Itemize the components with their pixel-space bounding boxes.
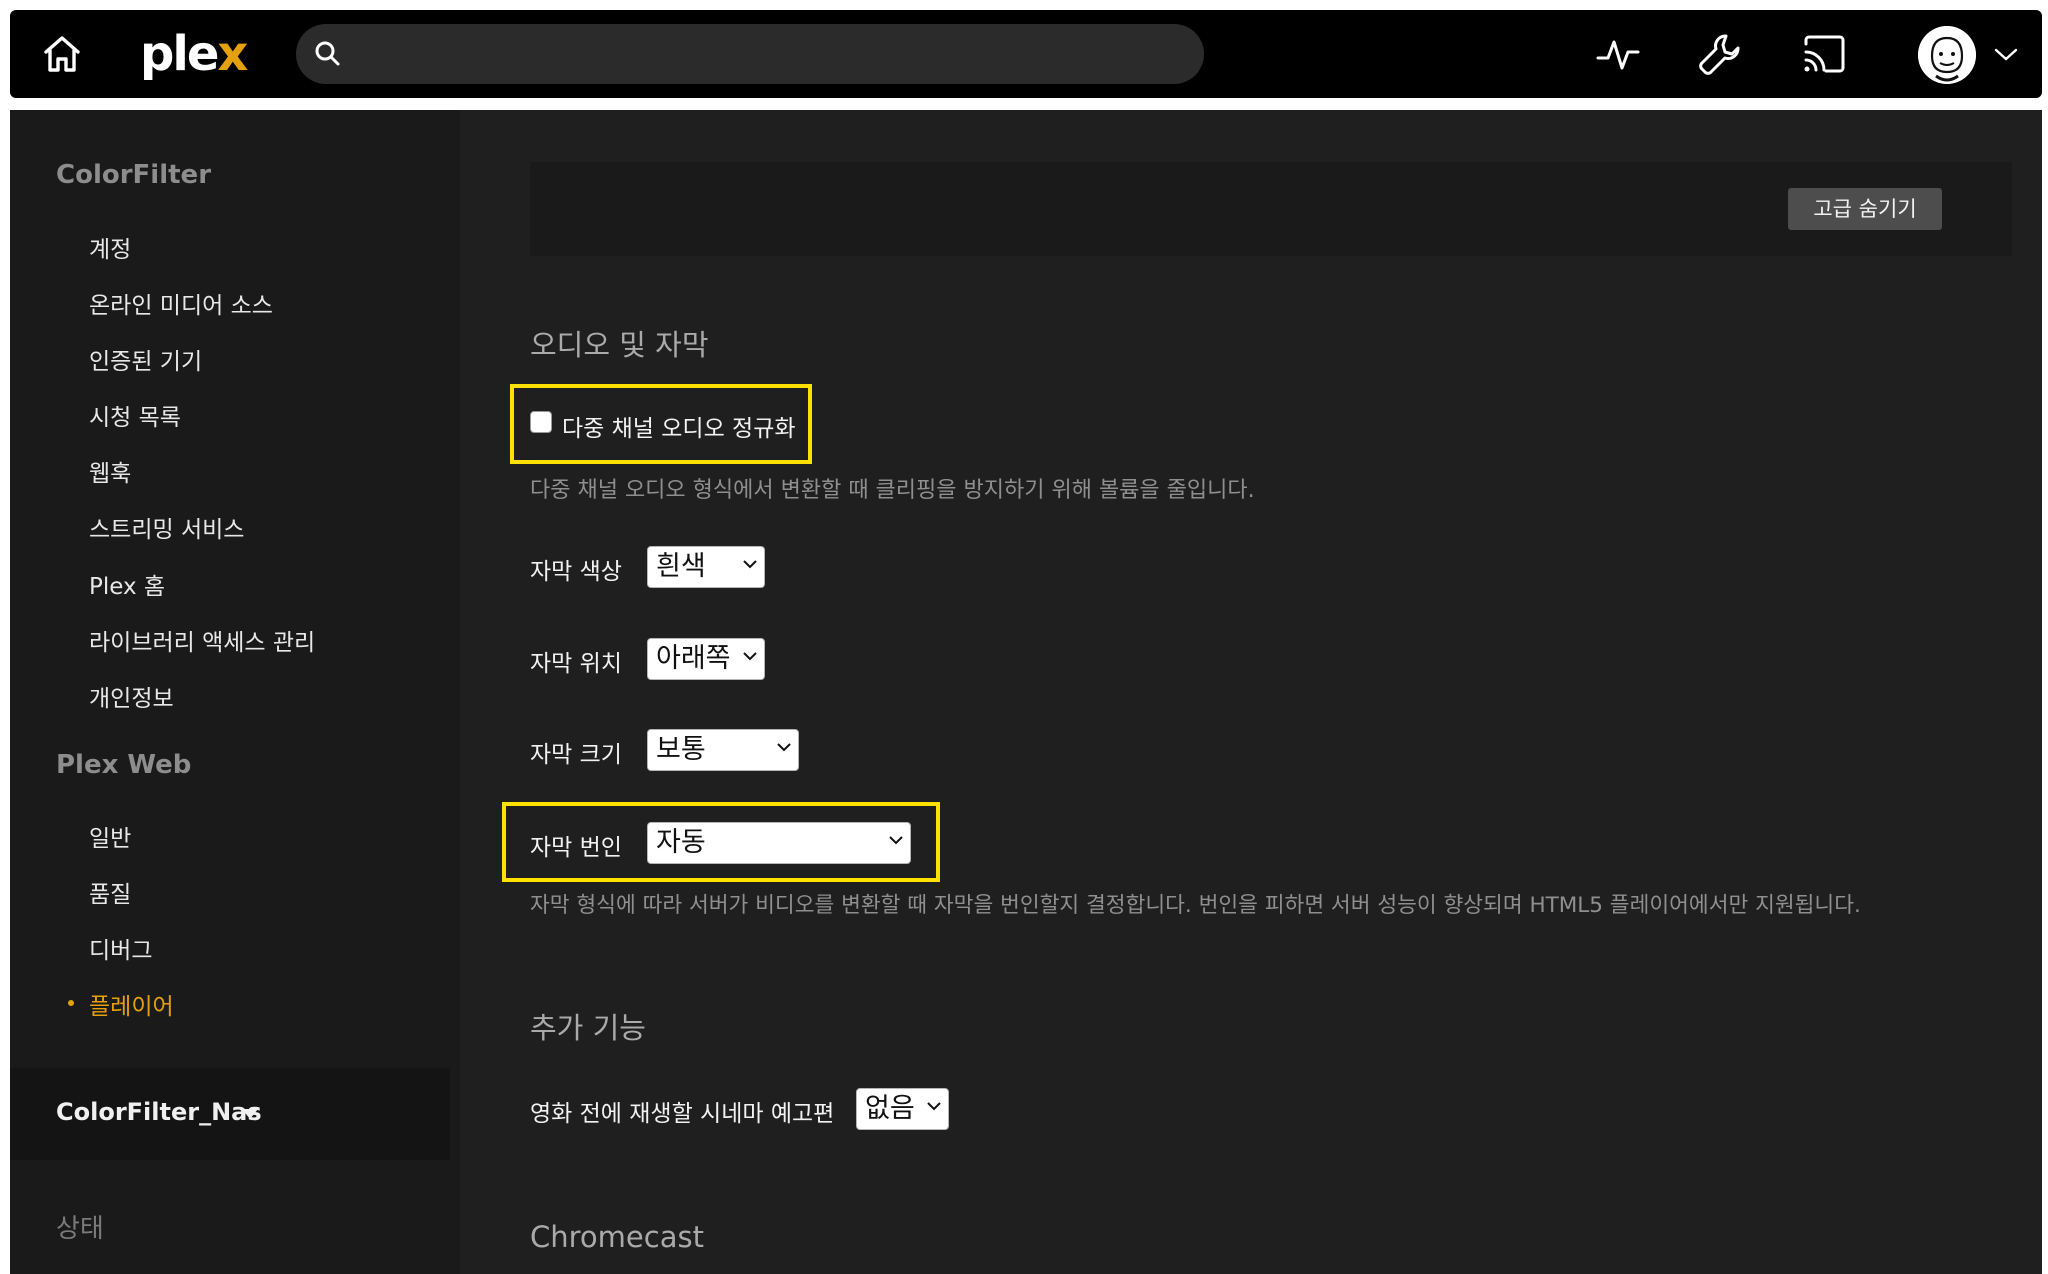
search-bar[interactable]	[296, 24, 1204, 84]
chevron-down-icon	[777, 743, 791, 752]
cinema-trailers-select[interactable]: 없음	[856, 1088, 949, 1130]
sidebar-section-status[interactable]: 상태	[56, 1208, 104, 1245]
top-navigation-bar: plex	[10, 10, 2042, 98]
subtitle-position-label: 자막 위치	[530, 651, 622, 677]
subtitle-position-value: 아래쪽	[656, 643, 731, 674]
plex-logo[interactable]: plex	[140, 26, 248, 82]
chevron-down-icon[interactable]	[1994, 48, 2018, 62]
multichannel-checkbox-label[interactable]: 다중 채널 오디오 정규화	[562, 409, 796, 443]
logo-x: x	[217, 26, 248, 82]
section-title-chromecast: Chromecast	[530, 1220, 704, 1254]
sidebar-item-webhooks[interactable]: 웹훅	[89, 454, 131, 488]
caret-down-icon	[242, 1109, 258, 1119]
multichannel-help-text: 다중 채널 오디오 형식에서 변환할 때 클리핑을 방지하기 위해 볼륨을 줄입…	[530, 478, 1255, 503]
sidebar-item-privacy[interactable]: 개인정보	[89, 679, 174, 713]
server-name: ColorFilter_Nas	[56, 1098, 262, 1126]
search-icon	[315, 41, 340, 66]
cinema-trailers-value: 없음	[865, 1093, 915, 1124]
subtitle-burn-select[interactable]: 자동	[647, 822, 911, 864]
server-selector[interactable]: ColorFilter_Nas	[10, 1068, 450, 1160]
section-title-extras: 추가 기능	[530, 1011, 646, 1045]
sidebar-item-library-access[interactable]: 라이브러리 액세스 관리	[89, 623, 315, 657]
search-input[interactable]	[356, 24, 1186, 84]
sidebar-item-player[interactable]: 플레이어	[89, 987, 174, 1021]
sidebar-item-watchlist[interactable]: 시청 목록	[89, 398, 181, 432]
subtitle-position-select[interactable]: 아래쪽	[647, 638, 765, 680]
subtitle-burn-label: 자막 번인	[530, 835, 622, 861]
wrench-icon[interactable]	[1696, 30, 1744, 78]
subtitle-size-label: 자막 크기	[530, 742, 622, 768]
chevron-down-icon	[743, 560, 757, 569]
chevron-down-icon	[889, 836, 903, 845]
sidebar-item-account[interactable]: 계정	[89, 230, 131, 264]
home-icon[interactable]	[38, 30, 86, 78]
section-title-audio-subtitles: 오디오 및 자막	[530, 328, 709, 362]
cast-icon[interactable]	[1800, 30, 1848, 78]
hide-advanced-button[interactable]: 고급 숨기기	[1788, 188, 1942, 230]
sidebar-item-devices[interactable]: 인증된 기기	[89, 342, 202, 376]
sidebar-section-account: ColorFilter	[56, 160, 212, 190]
subtitle-size-value: 보통	[656, 734, 706, 765]
activity-icon[interactable]	[1594, 30, 1642, 78]
cinema-trailers-label: 영화 전에 재생할 시네마 예고편	[530, 1101, 835, 1127]
avatar-image	[1918, 26, 1976, 84]
subtitle-burn-help-text: 자막 형식에 따라 서버가 비디오를 변환할 때 자막을 번인할지 결정합니다.…	[530, 893, 1861, 918]
sidebar-item-debug[interactable]: 디버그	[89, 931, 152, 965]
sidebar-item-plex-home[interactable]: Plex 홈	[89, 567, 165, 601]
multichannel-checkbox[interactable]	[530, 411, 552, 433]
subtitle-color-value: 흰색	[656, 551, 706, 582]
sidebar-item-quality[interactable]: 품질	[89, 875, 131, 909]
avatar[interactable]	[1918, 26, 1976, 84]
settings-sidebar: ColorFilter 계정 온라인 미디어 소스 인증된 기기 시청 목록 웹…	[10, 110, 460, 1274]
chevron-down-icon	[743, 652, 757, 661]
sidebar-section-plex-web: Plex Web	[56, 750, 192, 780]
sidebar-item-general[interactable]: 일반	[89, 819, 131, 853]
subtitle-burn-value: 자동	[656, 827, 706, 858]
subtitle-color-select[interactable]: 흰색	[647, 546, 765, 588]
logo-text: ple	[140, 26, 219, 82]
subtitle-size-select[interactable]: 보통	[647, 729, 799, 771]
settings-main: 고급 숨기기 오디오 및 자막 다중 채널 오디오 정규화 다중 채널 오디오 …	[460, 110, 2042, 1274]
subtitle-color-label: 자막 색상	[530, 559, 622, 585]
chevron-down-icon	[927, 1102, 941, 1111]
content-area: ColorFilter 계정 온라인 미디어 소스 인증된 기기 시청 목록 웹…	[10, 110, 2042, 1274]
active-indicator	[68, 1000, 74, 1006]
sidebar-item-streaming[interactable]: 스트리밍 서비스	[89, 510, 244, 544]
sidebar-item-online-media[interactable]: 온라인 미디어 소스	[89, 286, 273, 320]
